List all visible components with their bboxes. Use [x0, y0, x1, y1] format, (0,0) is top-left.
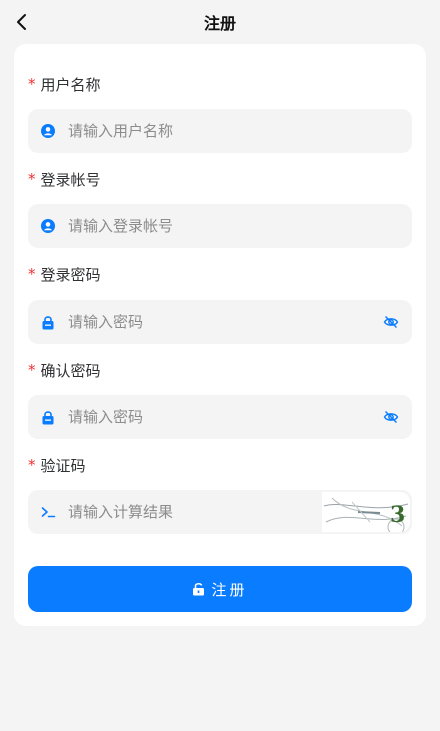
register-submit-label: 注册 [211, 581, 248, 599]
lock-icon [40, 314, 56, 330]
required-mark: * [28, 361, 36, 379]
confirm-password-label-text: 确认密码 [40, 361, 101, 380]
captcha-label: * 验证码 [28, 455, 86, 475]
password-label: * 登录密码 [28, 264, 101, 284]
required-mark: * [28, 75, 36, 93]
confirm-password-input[interactable] [68, 395, 382, 439]
eye-off-icon [383, 316, 399, 328]
username-field [28, 109, 412, 153]
captcha-digit: 3 [390, 502, 405, 528]
password-label-text: 登录密码 [40, 265, 101, 284]
chevron-left-icon [17, 14, 26, 30]
account-label-text: 登录帐号 [40, 170, 101, 189]
back-button[interactable] [8, 8, 36, 36]
username-label: * 用户名称 [28, 74, 101, 94]
confirm-password-visibility-toggle[interactable] [382, 408, 400, 426]
user-icon [40, 218, 56, 234]
confirm-password-label: * 确认密码 [28, 360, 101, 380]
username-label-text: 用户名称 [40, 75, 101, 94]
confirm-password-field [28, 395, 412, 439]
register-form-card: * 用户名称 * 登录帐号 * 登录密码 [14, 44, 426, 626]
captcha-label-text: 验证码 [40, 456, 86, 475]
password-visibility-toggle[interactable] [382, 313, 400, 331]
username-input[interactable] [68, 109, 412, 153]
terminal-icon [40, 504, 56, 520]
account-label: * 登录帐号 [28, 169, 101, 189]
account-field [28, 204, 412, 248]
password-input[interactable] [68, 300, 382, 344]
required-mark: * [28, 456, 36, 474]
password-field [28, 300, 412, 344]
required-mark: * [28, 170, 36, 188]
navbar: 注册 [0, 0, 440, 44]
page-title: 注册 [203, 14, 236, 33]
captcha-field: 3 [28, 490, 412, 534]
account-input[interactable] [68, 204, 412, 248]
lock-icon [40, 409, 56, 425]
required-mark: * [28, 265, 36, 283]
captcha-input[interactable] [68, 490, 322, 534]
register-submit-button[interactable]: 注册 [28, 566, 412, 612]
unlock-icon [193, 583, 205, 596]
user-icon [40, 123, 56, 139]
captcha-image[interactable]: 3 [322, 492, 410, 532]
eye-off-icon [383, 411, 399, 423]
